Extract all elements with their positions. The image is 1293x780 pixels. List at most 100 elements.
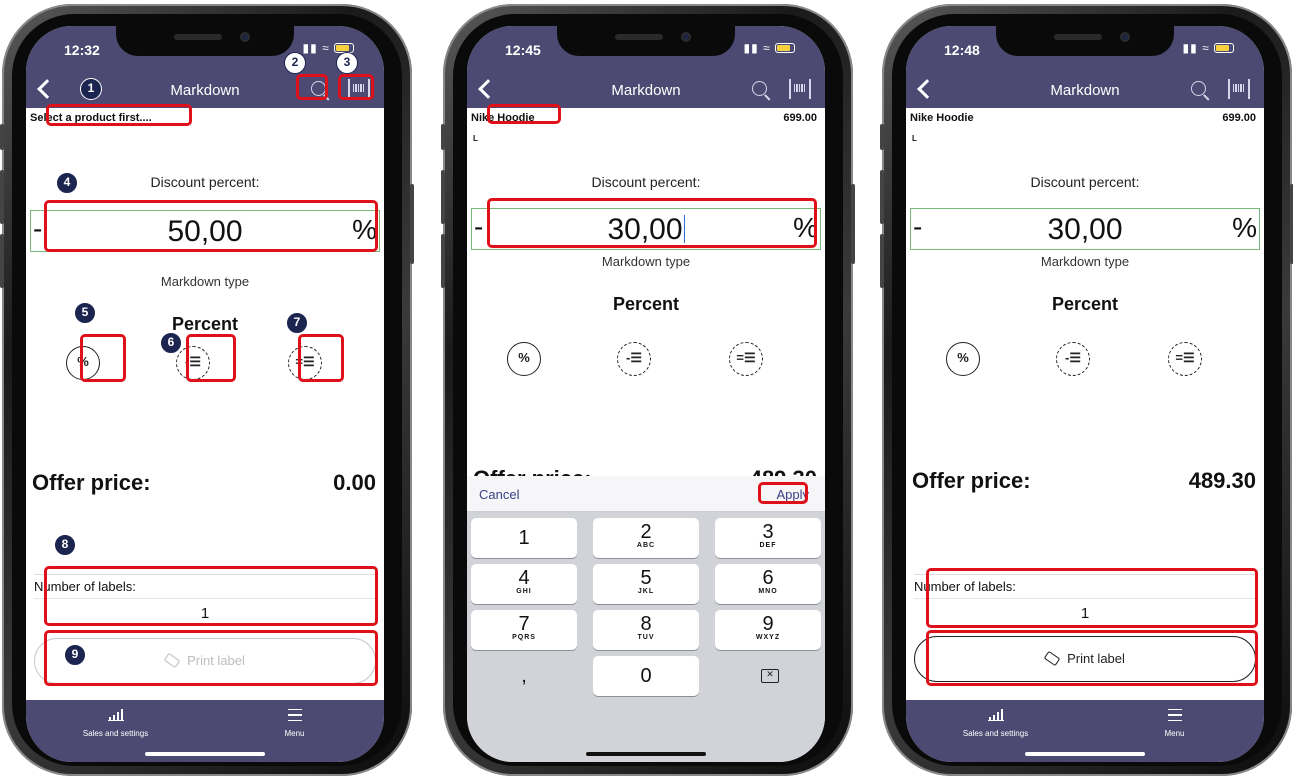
status-time: 12:32 <box>64 42 100 58</box>
annotation-badge: 8 <box>54 534 76 556</box>
tab-label: Sales and settings <box>82 729 149 738</box>
highlight-fixed-type <box>298 334 344 382</box>
highlight-print-button <box>926 630 1258 686</box>
key-9[interactable]: 9 WXYZ <box>715 610 821 650</box>
key-digit: 7 <box>518 613 530 635</box>
annotation-badge: 9 <box>64 644 86 666</box>
key-digit: 6 <box>762 567 774 589</box>
discount-label: Discount percent: <box>1030 174 1140 190</box>
highlight-product-name <box>46 104 192 126</box>
side-button <box>0 170 4 224</box>
side-button <box>441 170 445 224</box>
tab-sales-and-settings[interactable]: Sales and settings <box>26 708 205 738</box>
key-letters: JKL <box>637 588 655 595</box>
numeric-keyboard: Cancel Apply 1 2 ABC 3 DEF 4 GHI 5 JKL 6 MNO … <box>467 476 825 762</box>
side-button <box>0 124 4 150</box>
key-1[interactable]: 1 <box>471 518 577 558</box>
percent-icon[interactable]: % <box>946 342 980 376</box>
battery-icon <box>775 43 795 53</box>
product-size: L <box>473 134 478 143</box>
key-digit: 1 <box>518 527 530 549</box>
key-letters: TUV <box>637 634 655 641</box>
barcode-scan-icon[interactable] <box>789 79 811 99</box>
tab-bar: Sales and settings Menu <box>906 700 1264 762</box>
key-digit: 0 <box>640 665 652 687</box>
highlight-percent-type <box>80 334 126 382</box>
key-4[interactable]: 4 GHI <box>471 564 577 604</box>
search-icon[interactable] <box>1188 78 1212 102</box>
key-letters: GHI <box>516 588 532 595</box>
highlight-discount-input <box>44 200 378 252</box>
annotation-badge: 5 <box>74 302 96 324</box>
product-price: 699.00 <box>783 112 817 124</box>
discount-value: 30,00 <box>1047 213 1123 246</box>
key-7[interactable]: 7 PQRS <box>471 610 577 650</box>
barcode-scan-icon[interactable] <box>1228 79 1250 99</box>
key-comma[interactable]: , <box>471 656 577 696</box>
home-indicator <box>1025 752 1145 756</box>
side-button <box>880 170 884 224</box>
side-button <box>410 184 414 264</box>
annotation-badge: 7 <box>286 312 308 334</box>
coins-equal-icon[interactable]: =☰ <box>729 342 763 376</box>
annotation-badge: 1 <box>80 78 102 100</box>
discount-input[interactable]: - 30,00 % <box>910 208 1260 250</box>
key-digit: , <box>521 665 527 687</box>
cancel-button[interactable]: Cancel <box>479 487 519 502</box>
markdown-type-value: Percent <box>612 294 680 314</box>
screen-2: 12:45 ▮▮ ≈ Markdown Nike Hoodie L 699.00… <box>467 26 825 762</box>
status-time: 12:48 <box>944 42 980 58</box>
highlight-scan <box>338 74 374 100</box>
key-2[interactable]: 2 ABC <box>593 518 699 558</box>
annotation-badge: 3 <box>336 52 358 74</box>
tab-label: Menu <box>284 729 305 738</box>
key-letters: MNO <box>758 588 778 595</box>
key-8[interactable]: 8 TUV <box>593 610 699 650</box>
tab-label: Menu <box>1164 729 1185 738</box>
discount-unit: % <box>1232 212 1257 243</box>
key-digit: 5 <box>640 567 652 589</box>
offer-price-value: 0.00 <box>333 470 376 495</box>
side-button <box>851 184 855 264</box>
key-letters: PQRS <box>512 634 536 641</box>
side-button <box>0 234 4 288</box>
home-indicator <box>145 752 265 756</box>
side-button <box>880 234 884 288</box>
tab-menu[interactable]: Menu <box>205 708 384 738</box>
highlight-product-name <box>487 104 561 124</box>
markdown-type-label: Markdown type <box>601 254 691 269</box>
highlight-apply-button <box>758 482 808 504</box>
annotation-badge: 2 <box>284 52 306 74</box>
notch <box>996 26 1174 56</box>
notch <box>116 26 294 56</box>
markdown-type-value: Percent <box>1051 294 1119 314</box>
tab-label: Sales and settings <box>962 729 1029 738</box>
highlight-amount-type <box>186 334 236 382</box>
tab-sales-and-settings[interactable]: Sales and settings <box>906 708 1085 738</box>
status-icons: ▮▮ ≈ <box>1183 41 1234 55</box>
product-name[interactable]: Nike Hoodie <box>910 112 974 124</box>
offer-price-value: 489.30 <box>1188 468 1256 493</box>
search-icon[interactable] <box>749 78 773 102</box>
coins-equal-icon[interactable]: =☰ <box>1168 342 1202 376</box>
tab-menu[interactable]: Menu <box>1085 708 1264 738</box>
discount-label: Discount percent: <box>150 174 260 190</box>
percent-icon[interactable]: % <box>507 342 541 376</box>
notch <box>557 26 735 56</box>
highlight-labels-field <box>44 566 378 626</box>
coins-minus-icon[interactable]: -☰ <box>1056 342 1090 376</box>
key-6[interactable]: 6 MNO <box>715 564 821 604</box>
coins-minus-icon[interactable]: -☰ <box>617 342 651 376</box>
key-5[interactable]: 5 JKL <box>593 564 699 604</box>
status-time: 12:45 <box>505 42 541 58</box>
side-button <box>880 124 884 150</box>
product-size: L <box>912 134 917 143</box>
home-indicator <box>586 752 706 756</box>
key-digit: 8 <box>640 613 652 635</box>
key-3[interactable]: 3 DEF <box>715 518 821 558</box>
bar-chart-icon <box>987 709 1004 721</box>
side-button <box>441 234 445 288</box>
key-0[interactable]: 0 <box>593 656 699 696</box>
backspace-icon[interactable] <box>715 656 821 696</box>
discount-label: Discount percent: <box>591 174 701 190</box>
